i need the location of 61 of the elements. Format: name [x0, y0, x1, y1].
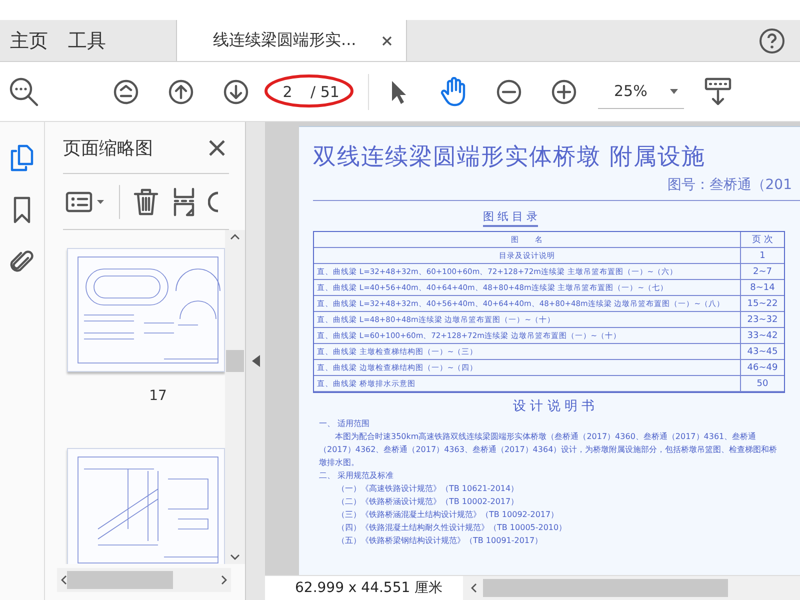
arrow-down-icon [223, 78, 249, 104]
table-cell: 2~7 [740, 264, 784, 280]
section-heading: 二、 采用规范及标准 [318, 470, 395, 482]
list-item: （一）《高速铁路设计规范》（TB 10621-2014） [336, 483, 520, 495]
tab[interactable]: 工具 [58, 20, 116, 61]
chevron-left-icon [470, 583, 477, 593]
document-title: 双线连续梁圆端形实体桥墩 附属设施 [313, 143, 706, 172]
page-number: 17 [149, 388, 167, 404]
page-number-field[interactable]: 2 [274, 82, 301, 102]
panel-title: 页面缩略图 [63, 136, 153, 160]
page-size: 62.999 x 44.551 厘米 [265, 576, 463, 600]
list-item: （三）《铁路桥涵混凝土结构设计规范》（TB 10092-2017） [336, 509, 560, 521]
triangle-left-icon [252, 355, 260, 367]
drawing-number: 图号：叁桥通（201 [667, 176, 792, 194]
scrollbar[interactable] [225, 230, 245, 564]
table-cell: 23~32 [740, 312, 784, 328]
zoom-dropdown[interactable]: 25% [598, 74, 684, 108]
scrollbar-thumb[interactable] [226, 350, 244, 372]
list-options-icon [65, 190, 105, 212]
chevron-down-icon [230, 554, 240, 560]
keyboard-arrow-icon [704, 76, 732, 106]
list-item: （五）《铁路桥梁钢结构设计规范》（TB 10091-2017） [336, 535, 544, 547]
first-page-icon [113, 78, 139, 104]
list-item: （四）《铁路混凝土结构耐久性设计规范》（TB 10005-2010） [336, 522, 568, 534]
pointer-icon [390, 78, 408, 104]
contents-title: 图 纸 目 录 [483, 209, 538, 227]
scrollbar[interactable] [57, 568, 231, 592]
chevron-up-icon [230, 234, 240, 240]
table-cell: 43~45 [740, 344, 784, 360]
plus-circle-icon [551, 78, 577, 104]
bookmark-icon [12, 196, 32, 224]
page-count: / 51 [310, 82, 340, 100]
chevron-left-icon [61, 575, 67, 585]
collapse-panel-handle[interactable] [245, 122, 265, 600]
tab[interactable]: 线连续梁圆端形实... [176, 20, 408, 61]
minus-circle-icon [496, 78, 522, 104]
table-header: 页 次 [740, 232, 784, 248]
paragraph: 本图为配合时速350km高速铁路双线连续梁圆端形实体桥墩（叁桥通（2017）4360、叁桥通（2017）4361、叁桥通（2017）4362、叁桥通（2017）4363、叁桥通（2017）4364）设计，为桥墩附属设施部分，包括桥墩吊篮图、检查梯图和桥墩排水图。 [318, 431, 778, 469]
close-icon[interactable] [382, 36, 392, 46]
table-cell: 1 [740, 248, 784, 264]
page-break-icon [173, 186, 195, 216]
hand-icon [440, 76, 468, 106]
tab[interactable]: 主页 [0, 20, 58, 61]
pages-icon [10, 144, 34, 172]
table-cell: 15~22 [740, 296, 784, 312]
table-cell: 33~42 [740, 328, 784, 344]
search-icon [9, 76, 39, 106]
close-icon [209, 140, 225, 156]
section-title: 设 计 说 明 书 [513, 398, 595, 415]
caret-icon [670, 88, 678, 94]
trash-icon [133, 186, 159, 216]
chevron-right-icon [221, 575, 227, 585]
scrollbar-thumb[interactable] [482, 579, 728, 597]
table-cell: 50 [740, 376, 784, 392]
list-item: （二）《铁路桥涵设计规范》（TB 10002-2017） [336, 496, 520, 508]
section-heading: 一、 适用范围 [318, 418, 371, 430]
table-cell: 8~14 [740, 280, 784, 296]
arrow-up-icon [168, 78, 194, 104]
table-cell: 46~49 [740, 360, 784, 376]
help-icon [759, 28, 785, 54]
scrollbar-thumb[interactable] [67, 571, 173, 589]
